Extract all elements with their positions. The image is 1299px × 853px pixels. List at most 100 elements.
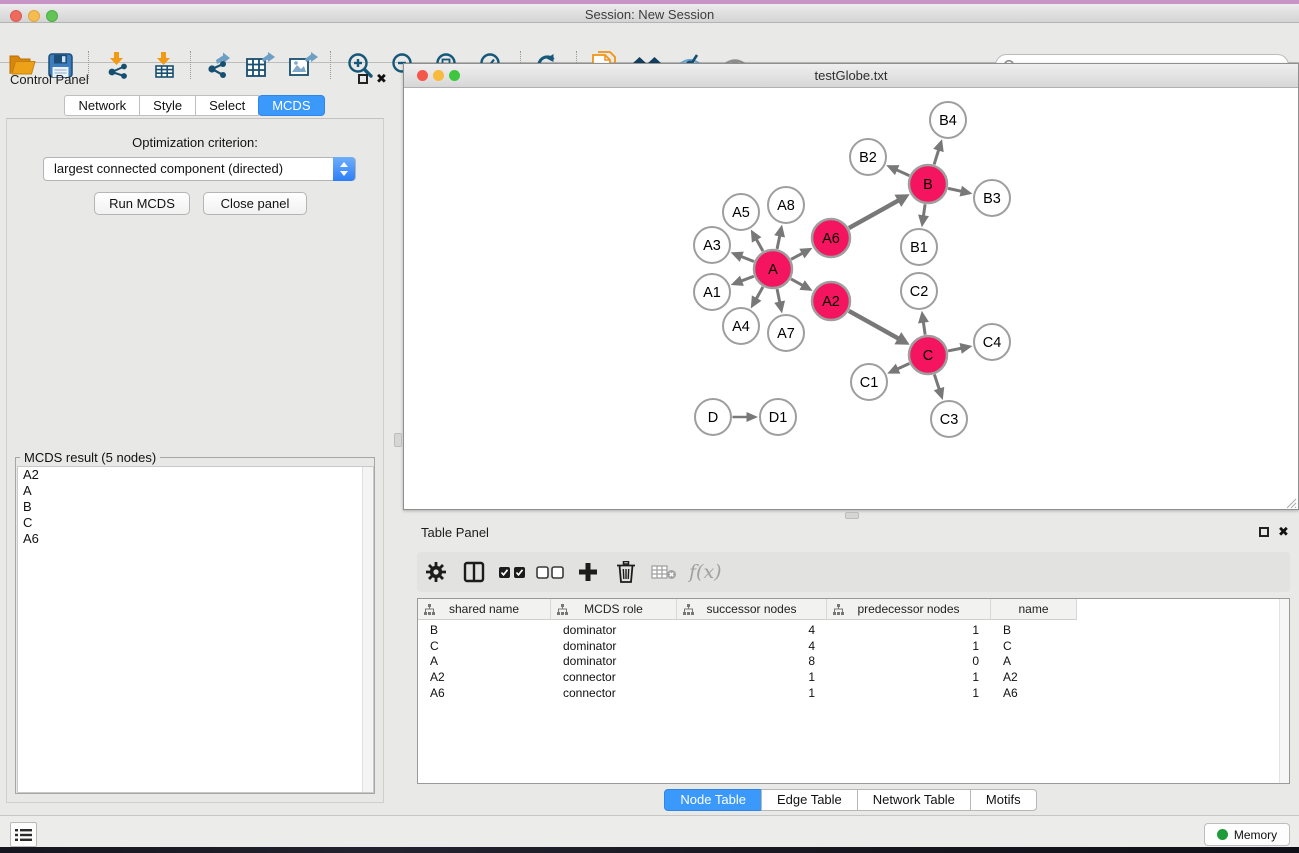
graph-node-label-B4: B4 bbox=[939, 113, 957, 129]
mcds-scrollbar[interactable] bbox=[362, 467, 373, 792]
graph-node-label-A4: A4 bbox=[732, 319, 750, 335]
memory-button[interactable]: Memory bbox=[1204, 823, 1290, 846]
network-window-titlebar[interactable]: testGlobe.txt bbox=[404, 64, 1298, 88]
tab-edge-table[interactable]: Edge Table bbox=[761, 789, 858, 811]
table-row[interactable]: Adominator80A bbox=[418, 654, 1077, 670]
deselect-all-icon[interactable] bbox=[531, 566, 569, 579]
graph-edge-B-B3[interactable] bbox=[948, 188, 963, 191]
mcds-result-item[interactable]: A2 bbox=[18, 467, 373, 483]
tab-select[interactable]: Select bbox=[195, 95, 259, 116]
table-cell: 1 bbox=[827, 670, 991, 686]
table-row[interactable]: A2connector11A2 bbox=[418, 670, 1077, 686]
add-column-icon[interactable] bbox=[569, 562, 607, 582]
tab-style[interactable]: Style bbox=[139, 95, 196, 116]
column-header-name[interactable]: name bbox=[991, 599, 1077, 620]
window-title: Session: New Session bbox=[0, 7, 1299, 22]
close-panel-icon[interactable]: ✖ bbox=[376, 73, 387, 85]
table-cell: A bbox=[418, 654, 551, 670]
graph-arrowhead bbox=[960, 343, 973, 354]
resize-grip-icon[interactable] bbox=[1285, 496, 1297, 508]
gear-icon[interactable] bbox=[417, 561, 455, 583]
mcds-result-item[interactable]: A6 bbox=[18, 531, 373, 547]
node-table: shared name MCDS role successor nodes prede… bbox=[417, 598, 1290, 784]
column-header-label: successor nodes bbox=[706, 602, 796, 616]
list-icon bbox=[15, 828, 32, 842]
graph-edge-A-A2[interactable] bbox=[791, 279, 804, 286]
table-row[interactable]: Bdominator41B bbox=[418, 623, 1077, 639]
column-header-successor-nodes[interactable]: successor nodes bbox=[677, 599, 827, 620]
graph-edge-A2-C[interactable] bbox=[849, 311, 900, 339]
columns-icon[interactable] bbox=[455, 561, 493, 583]
graph-node-label-A3: A3 bbox=[703, 238, 721, 254]
graph-node-label-C: C bbox=[923, 348, 933, 364]
table-tabs: Node TableEdge TableNetwork TableMotifs bbox=[403, 789, 1299, 811]
tab-mcds[interactable]: MCDS bbox=[258, 95, 324, 116]
table-panel: Table Panel ✖ f(x) bbox=[403, 515, 1299, 815]
graph-node-label-A1: A1 bbox=[703, 285, 721, 301]
graph-node-label-B1: B1 bbox=[910, 240, 928, 256]
graph-edge-C-C3[interactable] bbox=[934, 374, 939, 390]
graph-edge-B-B2[interactable] bbox=[895, 169, 909, 175]
mcds-result-item[interactable]: A bbox=[18, 483, 373, 499]
graph-node-label-D1: D1 bbox=[769, 410, 788, 426]
graph-edge-C-C4[interactable] bbox=[948, 348, 963, 351]
graph-edge-A-A8[interactable] bbox=[777, 234, 780, 249]
graph-edge-A-A3[interactable] bbox=[740, 256, 754, 262]
close-table-panel-icon[interactable]: ✖ bbox=[1278, 526, 1289, 538]
table-cell: dominator bbox=[551, 639, 677, 655]
table-scrollbar[interactable] bbox=[1279, 599, 1289, 783]
table-cell: 1 bbox=[827, 639, 991, 655]
table-cell: connector bbox=[551, 686, 677, 702]
tab-network[interactable]: Network bbox=[64, 95, 140, 116]
graph-edge-A-A4[interactable] bbox=[756, 287, 763, 300]
table-cell: 8 bbox=[677, 654, 827, 670]
float-table-panel-icon[interactable] bbox=[1259, 527, 1269, 537]
close-panel-button[interactable]: Close panel bbox=[203, 192, 307, 215]
task-history-button[interactable] bbox=[10, 822, 37, 847]
column-header-predecessor-nodes[interactable]: predecessor nodes bbox=[827, 599, 991, 620]
control-panel-tabs: NetworkStyleSelectMCDS bbox=[0, 95, 390, 116]
delete-icon[interactable] bbox=[607, 561, 645, 583]
graph-arrowhead bbox=[933, 139, 943, 152]
optimization-criterion-dropdown[interactable]: largest connected component (directed) bbox=[43, 157, 356, 181]
table-row[interactable]: A6connector11A6 bbox=[418, 686, 1077, 702]
run-mcds-button[interactable]: Run MCDS bbox=[94, 192, 190, 215]
application-window: Session: New Session bbox=[0, 0, 1299, 853]
table-row[interactable]: Cdominator41C bbox=[418, 639, 1077, 655]
control-panel: Control Panel ✖ NetworkStyleSelectMCDS O… bbox=[0, 63, 390, 815]
mcds-result-group: MCDS result (5 nodes) A2ABCA6 bbox=[15, 457, 375, 794]
vertical-splitter-grip[interactable] bbox=[394, 433, 402, 447]
mcds-result-item[interactable]: B bbox=[18, 499, 373, 515]
network-view-window: testGlobe.txt B4B2BB3A8A5A6A3B1AA1C2A2A4… bbox=[403, 63, 1299, 510]
column-header-label: shared name bbox=[449, 602, 519, 616]
graph-edge-A-A5[interactable] bbox=[756, 238, 763, 251]
table-cell: A6 bbox=[991, 686, 1077, 702]
tab-motifs[interactable]: Motifs bbox=[970, 789, 1037, 811]
float-panel-icon[interactable] bbox=[358, 74, 368, 84]
graph-arrowhead bbox=[774, 225, 785, 238]
graph-edge-A-A1[interactable] bbox=[740, 276, 754, 281]
delete-table-icon bbox=[645, 564, 683, 580]
graph-edge-A-A6[interactable] bbox=[791, 253, 804, 260]
graph-arrowhead bbox=[918, 215, 929, 228]
table-cell: 1 bbox=[677, 670, 827, 686]
graph-edge-A6-B[interactable] bbox=[849, 200, 900, 228]
graph-edge-A-A7[interactable] bbox=[777, 289, 780, 304]
tab-network-table[interactable]: Network Table bbox=[857, 789, 971, 811]
graph-edge-C-C2[interactable] bbox=[923, 321, 925, 335]
table-panel-title: Table Panel bbox=[421, 525, 489, 540]
main-toolbar bbox=[0, 23, 1299, 63]
graph-node-label-A2: A2 bbox=[822, 294, 840, 310]
mcds-result-list[interactable]: A2ABCA6 bbox=[17, 466, 374, 793]
tab-node-table[interactable]: Node Table bbox=[664, 789, 762, 811]
table-cell: dominator bbox=[551, 623, 677, 639]
mcds-result-item[interactable]: C bbox=[18, 515, 373, 531]
column-header-shared-name[interactable]: shared name bbox=[418, 599, 551, 620]
network-canvas[interactable]: B4B2BB3A8A5A6A3B1AA1C2A2A4A7C4CC1C3DD1 bbox=[405, 88, 1297, 508]
graph-edge-B-B4[interactable] bbox=[934, 149, 939, 165]
select-all-icon[interactable] bbox=[493, 566, 531, 579]
column-header-MCDS-role[interactable]: MCDS role bbox=[551, 599, 677, 620]
table-cell: 1 bbox=[827, 623, 991, 639]
mcds-tab-content: Optimization criterion: largest connecte… bbox=[6, 118, 384, 803]
graph-edge-C-C1[interactable] bbox=[896, 364, 909, 370]
